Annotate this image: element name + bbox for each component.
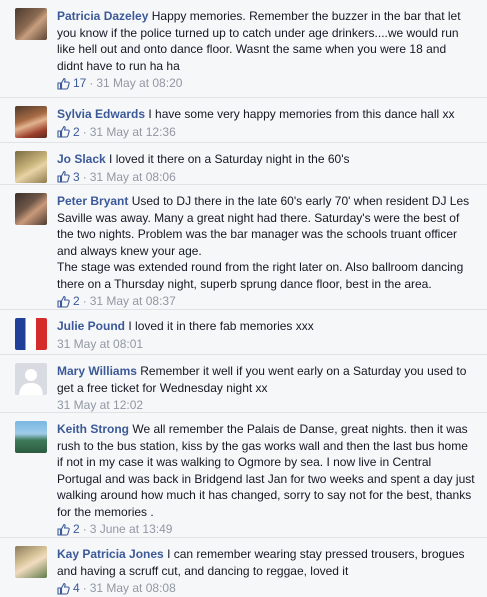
comment-body: Mary Williams Remember it well if you we…: [57, 363, 475, 414]
comment-body: Kay Patricia Jones I can remember wearin…: [57, 546, 475, 597]
avatar[interactable]: [15, 363, 47, 395]
meta-separator: ·: [82, 522, 87, 536]
comment-text: We all remember the Palais de Danse, gre…: [57, 422, 475, 519]
like-count[interactable]: 2: [73, 293, 80, 310]
thumbs-up-icon[interactable]: [57, 77, 70, 90]
avatar[interactable]: [15, 151, 47, 183]
comment-text: I loved it there on a Saturday night in …: [109, 152, 350, 166]
comment-item: Peter Bryant Used to DJ there in the lat…: [0, 185, 487, 310]
thumbs-up-icon[interactable]: [57, 125, 70, 138]
comment-item: Jo Slack I loved it there on a Saturday …: [0, 143, 487, 185]
comment-meta: 31 May at 12:02: [57, 397, 475, 414]
comment-timestamp[interactable]: 31 May at 08:08: [90, 580, 176, 597]
comment-meta: 4 · 31 May at 08:08: [57, 580, 475, 597]
comment-item: Mary Williams Remember it well if you we…: [0, 355, 487, 413]
comment-text-paragraph: The stage was extended round from the ri…: [57, 260, 464, 291]
like-count[interactable]: 17: [73, 75, 86, 92]
comment-author[interactable]: Kay Patricia Jones: [57, 547, 164, 561]
avatar[interactable]: [15, 421, 47, 453]
comment-body: Julie Pound I loved it in there fab memo…: [57, 318, 475, 352]
comment-item: Sylvia Edwards I have some very happy me…: [0, 98, 487, 143]
comment-timestamp[interactable]: 31 May at 08:01: [57, 336, 143, 353]
default-silhouette-icon: [19, 369, 43, 395]
comment-feed: Patricia Dazeley Happy memories. Remembe…: [0, 0, 487, 597]
comment-meta: 3 · 31 May at 08:06: [57, 169, 475, 186]
comment-timestamp[interactable]: 31 May at 12:02: [57, 397, 143, 414]
comment-author[interactable]: Keith Strong: [57, 422, 129, 436]
comment-author[interactable]: Jo Slack: [57, 152, 106, 166]
comment-timestamp[interactable]: 31 May at 12:36: [90, 124, 176, 141]
avatar[interactable]: [15, 8, 47, 40]
meta-separator: ·: [82, 124, 87, 139]
comment-meta: 31 May at 08:01: [57, 336, 475, 353]
thumbs-up-icon[interactable]: [57, 295, 70, 308]
comment-item: Kay Patricia Jones I can remember wearin…: [0, 538, 487, 597]
comment-author[interactable]: Patricia Dazeley: [57, 9, 148, 23]
avatar[interactable]: [15, 106, 47, 138]
comment-body: Jo Slack I loved it there on a Saturday …: [57, 151, 475, 185]
like-count[interactable]: 2: [73, 124, 80, 141]
comment-author[interactable]: Peter Bryant: [57, 194, 128, 208]
comment-item: Julie Pound I loved it in there fab memo…: [0, 310, 487, 355]
thumbs-up-icon[interactable]: [57, 523, 70, 536]
comment-item: Patricia Dazeley Happy memories. Remembe…: [0, 0, 487, 98]
comment-body: Keith Strong We all remember the Palais …: [57, 421, 475, 538]
comment-meta: 17 · 31 May at 08:20: [57, 75, 475, 92]
comment-meta: 2 · 3 June at 13:49: [57, 521, 475, 538]
like-count[interactable]: 2: [73, 521, 80, 538]
like-count[interactable]: 4: [73, 580, 80, 597]
comment-meta: 2 · 31 May at 08:37: [57, 293, 475, 310]
avatar[interactable]: [15, 546, 47, 578]
like-count[interactable]: 3: [73, 169, 80, 186]
thumbs-up-icon[interactable]: [57, 170, 70, 183]
meta-separator: ·: [89, 76, 94, 90]
comment-author[interactable]: Sylvia Edwards: [57, 107, 145, 121]
comment-body: Sylvia Edwards I have some very happy me…: [57, 106, 475, 140]
comment-item: Keith Strong We all remember the Palais …: [0, 413, 487, 538]
comment-timestamp[interactable]: 31 May at 08:20: [96, 75, 182, 92]
comment-timestamp[interactable]: 3 June at 13:49: [90, 521, 173, 538]
comment-meta: 2 · 31 May at 12:36: [57, 124, 475, 141]
comment-author[interactable]: Julie Pound: [57, 319, 125, 333]
comment-author[interactable]: Mary Williams: [57, 364, 137, 378]
meta-separator: ·: [82, 581, 87, 595]
comment-timestamp[interactable]: 31 May at 08:06: [90, 169, 176, 186]
thumbs-up-icon[interactable]: [57, 582, 70, 595]
avatar[interactable]: [15, 193, 47, 225]
comment-body: Peter Bryant Used to DJ there in the lat…: [57, 193, 475, 310]
meta-separator: ·: [82, 169, 87, 184]
comment-timestamp[interactable]: 31 May at 08:37: [90, 293, 176, 310]
comment-text: I loved it in there fab memories xxx: [128, 319, 314, 333]
meta-separator: ·: [82, 294, 87, 308]
comment-body: Patricia Dazeley Happy memories. Remembe…: [57, 8, 475, 92]
avatar[interactable]: [15, 318, 47, 350]
comment-text: I have some very happy memories from thi…: [148, 107, 455, 121]
